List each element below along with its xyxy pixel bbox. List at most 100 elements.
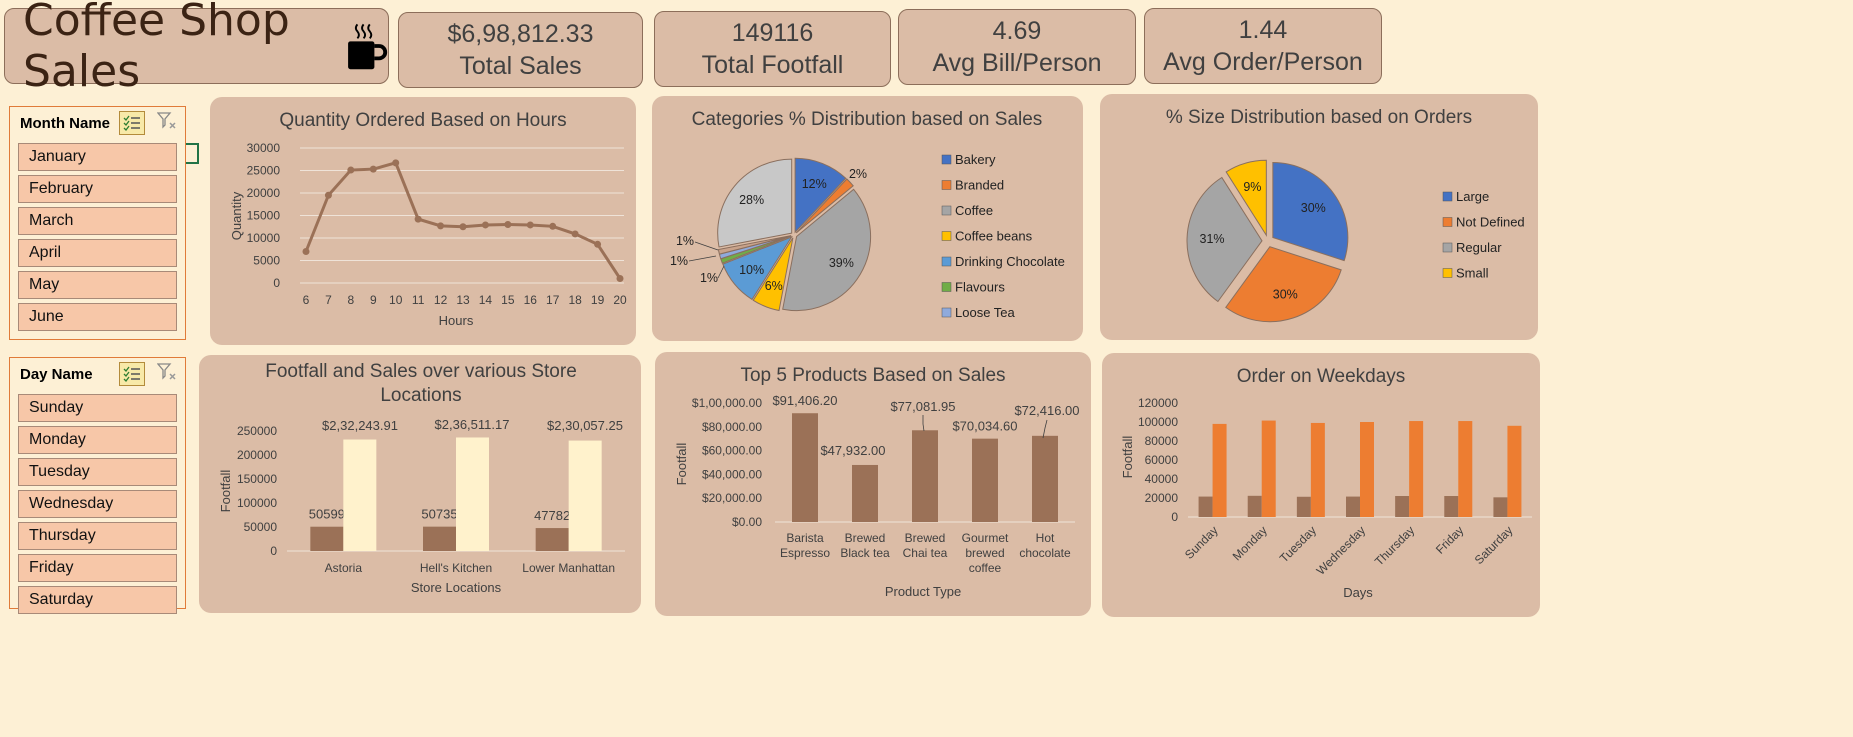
clear-filter-icon[interactable] xyxy=(156,363,177,385)
x-tick-label: Gourmet xyxy=(962,531,1009,545)
y-tick-label: 5000 xyxy=(253,254,280,268)
legend-swatch xyxy=(941,231,952,241)
slicer-item-saturday[interactable]: Saturday xyxy=(18,586,177,614)
legend-label: Not Defined xyxy=(1456,215,1525,230)
y-tick-label: 200000 xyxy=(237,448,277,462)
data-label: 50735 xyxy=(421,507,457,522)
legend-label: Flavours xyxy=(955,280,1005,295)
selection-handle[interactable] xyxy=(186,143,199,164)
legend-swatch xyxy=(1442,217,1453,227)
x-tick-label: 11 xyxy=(412,293,425,307)
x-tick-label: Barista xyxy=(786,531,824,545)
data-point xyxy=(616,275,624,282)
slicer-item-april[interactable]: April xyxy=(18,239,177,267)
x-tick-label: Brewed xyxy=(905,531,946,545)
y-tick-label: 0 xyxy=(270,544,277,558)
multi-select-icon[interactable] xyxy=(119,362,145,386)
legend-swatch xyxy=(941,256,952,267)
slicer-item-wednesday[interactable]: Wednesday xyxy=(18,490,177,518)
data-point xyxy=(369,165,377,173)
chart-title: Locations xyxy=(380,385,461,406)
legend-label: Coffee xyxy=(955,203,993,218)
kpi-value: 1.44 xyxy=(1238,16,1288,44)
data-point xyxy=(302,248,310,255)
legend-label: Coffee beans xyxy=(955,229,1033,244)
x-tick-label: 16 xyxy=(524,293,538,307)
data-label: 1% xyxy=(676,234,694,248)
slicer-title: Month Name xyxy=(20,114,110,132)
slicer-item-march[interactable]: March xyxy=(18,207,177,235)
x-tick-label: 18 xyxy=(568,293,582,307)
bar xyxy=(1493,497,1508,517)
slicer-item-sunday[interactable]: Sunday xyxy=(18,394,177,422)
x-tick-label: Thursday xyxy=(1372,523,1417,568)
x-tick-label: 15 xyxy=(501,293,515,307)
x-tick-label: 14 xyxy=(479,293,493,307)
data-point xyxy=(347,166,355,174)
slicer-item-february[interactable]: February xyxy=(18,175,177,203)
x-tick-label: 19 xyxy=(591,293,605,307)
x-tick-label: Friday xyxy=(1433,523,1466,556)
x-tick-label: Hell's Kitchen xyxy=(420,561,492,575)
y-tick-label: 10000 xyxy=(247,231,281,245)
leader-line xyxy=(1042,419,1048,439)
data-label: 9% xyxy=(1243,180,1261,194)
kpi-label: Total Footfall xyxy=(701,51,844,79)
data-label: $2,30,057.25 xyxy=(547,418,623,433)
x-tick-label: Astoria xyxy=(325,561,363,575)
leader-line xyxy=(694,241,719,251)
legend-label: Loose Tea xyxy=(955,305,1016,320)
slicer-item-may[interactable]: May xyxy=(18,271,177,299)
chart-title: Categories % Distribution based on Sales xyxy=(692,109,1043,130)
x-axis-label: Days xyxy=(1343,585,1373,600)
y-tick-label: 150000 xyxy=(237,472,277,486)
series-line xyxy=(304,161,622,280)
slicer-item-june[interactable]: June xyxy=(18,303,177,331)
x-axis-label: Hours xyxy=(439,313,474,328)
y-tick-label: 50000 xyxy=(244,520,278,534)
data-point xyxy=(571,230,579,238)
sizes-pie-chart: % Size Distribution based on Orders 30% 30… xyxy=(1166,107,1525,323)
x-tick-label: Chai tea xyxy=(903,546,948,560)
data-point xyxy=(504,221,512,228)
categories-chart-panel: Categories % Distribution based on Sales… xyxy=(652,96,1083,341)
slicer-item-monday[interactable]: Monday xyxy=(18,426,177,454)
kpi-avg-order: 1.44 Avg Order/Person xyxy=(1144,8,1382,84)
data-label: 1% xyxy=(700,271,718,285)
chart-title: % Size Distribution based on Orders xyxy=(1166,107,1472,128)
data-point xyxy=(414,215,422,223)
bar xyxy=(1444,496,1459,517)
data-label: 47782 xyxy=(534,508,570,523)
slicer-item-friday[interactable]: Friday xyxy=(18,554,177,582)
chart-title: Footfall and Sales over various Store xyxy=(265,361,577,382)
kpi-total-footfall: 149116 Total Footfall xyxy=(654,11,891,87)
legend-swatch xyxy=(941,180,952,190)
categories-pie-chart: Categories % Distribution based on Sales… xyxy=(670,109,1065,320)
slicer-item-tuesday[interactable]: Tuesday xyxy=(18,458,177,486)
x-tick-label: 9 xyxy=(370,293,377,307)
bar xyxy=(1247,495,1262,517)
bar xyxy=(972,438,998,522)
leader-line xyxy=(688,255,717,262)
products-bar-chart: Top 5 Products Based on Sales $0.00 $20,00… xyxy=(674,365,1080,599)
y-axis-label: Footfall xyxy=(674,443,689,486)
data-point xyxy=(392,159,400,167)
data-label: $2,36,511.17 xyxy=(435,417,510,432)
clear-filter-icon[interactable] xyxy=(156,112,177,134)
x-tick-label: Black tea xyxy=(840,546,890,560)
y-tick-label: 40000 xyxy=(1145,472,1179,486)
legend-swatch xyxy=(941,307,952,318)
data-label: 31% xyxy=(1200,232,1225,246)
bar xyxy=(1458,421,1473,517)
kpi-label: Avg Bill/Person xyxy=(932,49,1102,77)
slicer-item-january[interactable]: January xyxy=(18,143,177,171)
sizes-chart-panel: % Size Distribution based on Orders 30% 30… xyxy=(1100,94,1538,340)
y-axis-label: Quantity xyxy=(229,191,244,240)
slicer-item-thursday[interactable]: Thursday xyxy=(18,522,177,550)
data-label: $72,416.00 xyxy=(1014,403,1079,418)
multi-select-icon[interactable] xyxy=(119,111,145,135)
data-label: $2,32,243.91 xyxy=(322,418,398,433)
month-slicer: Month Name January February March April … xyxy=(9,106,186,340)
y-tick-label: 80000 xyxy=(1145,434,1179,448)
data-label: 1% xyxy=(670,254,688,268)
